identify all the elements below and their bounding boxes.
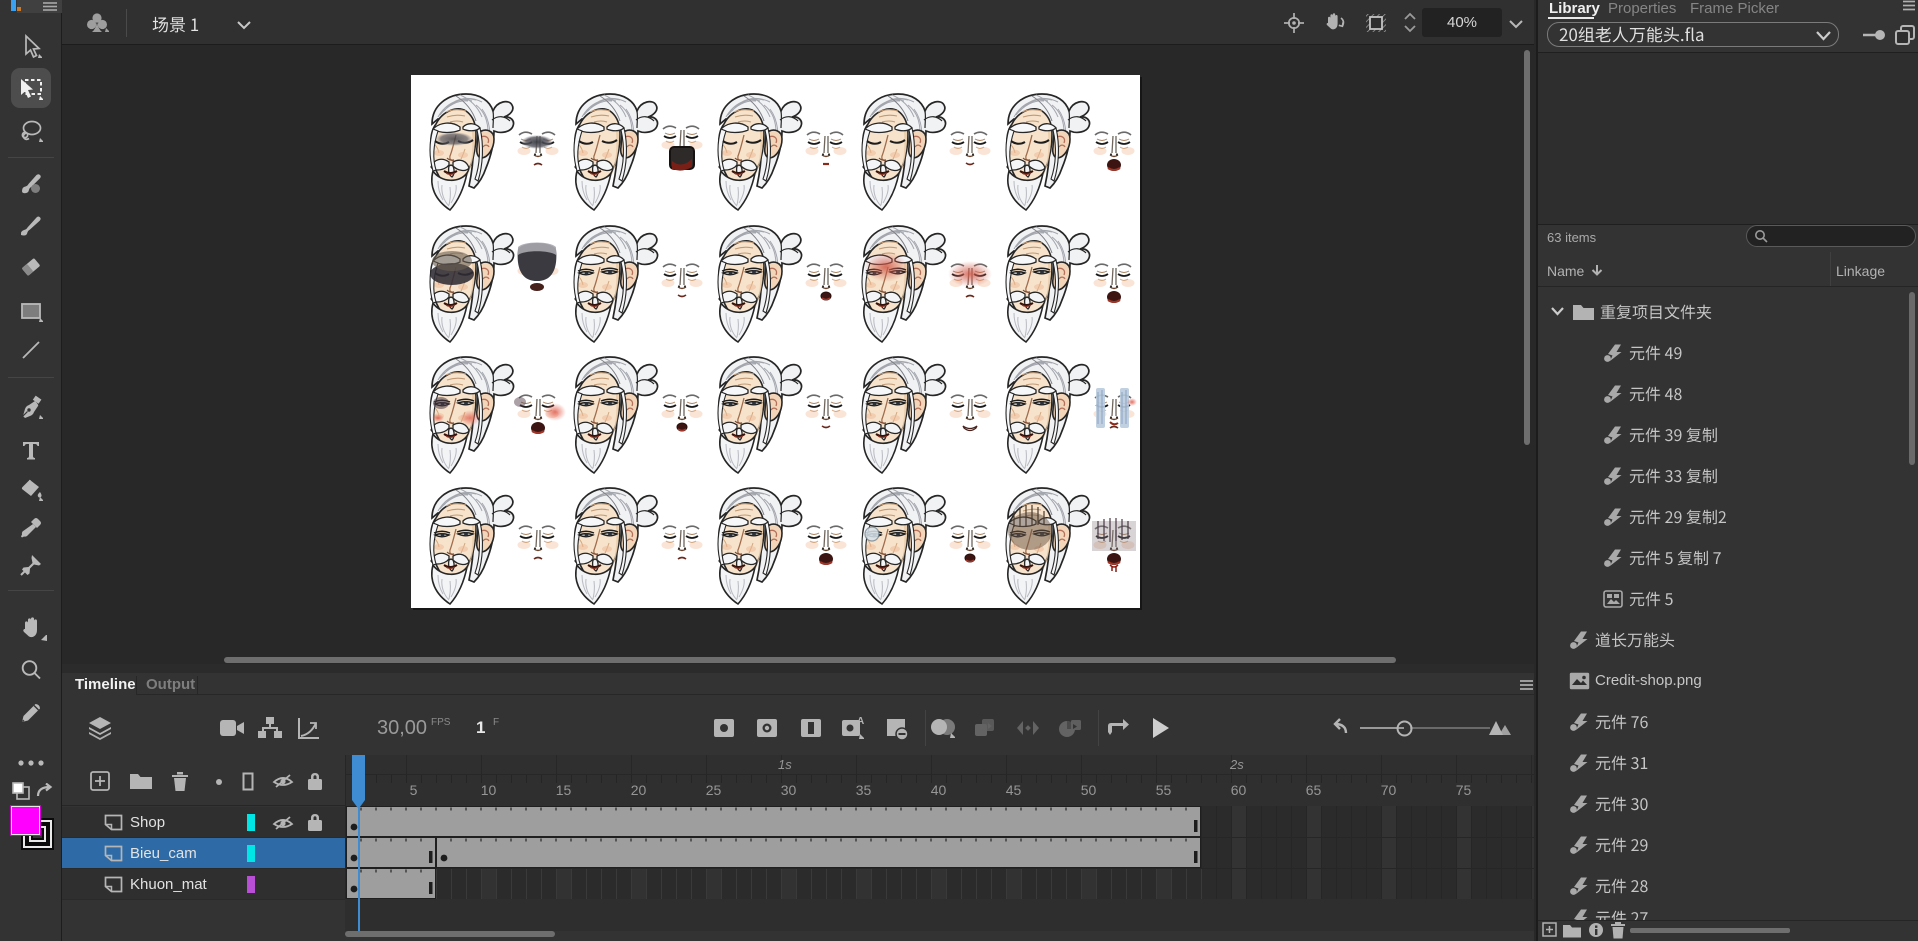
- svg-text:A: A: [857, 716, 864, 727]
